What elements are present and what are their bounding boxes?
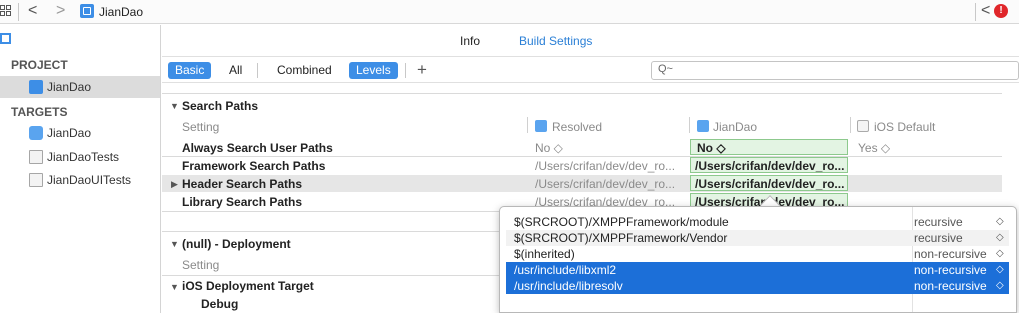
- column-divider: [527, 117, 528, 133]
- target-column-icon: [697, 120, 709, 132]
- disclosure-expanded-icon[interactable]: ▼: [170, 282, 179, 292]
- sidebar-item-target-app[interactable]: JianDao: [0, 122, 160, 144]
- target-value[interactable]: /Users/crifan/dev/dev_ro...: [695, 159, 844, 173]
- target-value[interactable]: /Users/crifan/dev/dev_ro...: [695, 177, 844, 191]
- divider: [405, 63, 406, 78]
- filter-combined-button[interactable]: Combined: [270, 62, 339, 79]
- search-path[interactable]: $(SRCROOT)/XMPPFramework/Vendor: [514, 230, 727, 246]
- sidebar-item-target-uitests[interactable]: JianDaoUITests: [0, 169, 160, 191]
- sidebar-item-label: JianDao: [47, 80, 92, 94]
- add-setting-icon[interactable]: +: [417, 60, 427, 80]
- divider: [257, 63, 258, 78]
- recursion-mode[interactable]: non-recursive: [914, 278, 987, 294]
- filter-all-button[interactable]: All: [222, 62, 249, 79]
- list-item-selected[interactable]: /usr/include/libresolv non-recursive ◇: [506, 278, 1009, 294]
- search-path[interactable]: $(SRCROOT)/XMPPFramework/module: [514, 214, 729, 230]
- sidebar-item-label: JianDaoUITests: [47, 173, 132, 187]
- disclosure-collapsed-icon[interactable]: ▶: [171, 179, 178, 190]
- stepper-icon[interactable]: ◇: [996, 262, 1004, 278]
- related-items-grid-icon[interactable]: [0, 5, 12, 17]
- targets-header: TARGETS: [11, 105, 68, 119]
- filter-basic-button[interactable]: Basic: [168, 62, 212, 79]
- section-title: Search Paths: [182, 99, 259, 113]
- divider: [18, 3, 19, 21]
- column-header-setting: Setting: [182, 258, 220, 272]
- default-value: Yes ◇: [858, 141, 891, 155]
- back-chevron-icon[interactable]: <: [28, 3, 37, 19]
- column-divider: [850, 117, 851, 133]
- target-value[interactable]: No ◇: [697, 141, 726, 155]
- list-item[interactable]: $(inherited) non-recursive ◇: [506, 246, 1009, 262]
- recursion-mode[interactable]: recursive: [914, 230, 963, 246]
- section-title: (null) - Deployment: [182, 237, 291, 251]
- column-header-setting: Setting: [182, 120, 220, 134]
- error-badge-icon[interactable]: !: [994, 4, 1008, 18]
- search-icon: Q~: [658, 63, 673, 75]
- setting-name: Library Search Paths: [182, 195, 303, 209]
- sidebar-item-label: JianDaoTests: [47, 150, 120, 164]
- settings-search-input[interactable]: Q~: [651, 61, 1019, 80]
- filter-levels-button[interactable]: Levels: [349, 62, 398, 79]
- column-header-resolved: Resolved: [552, 120, 603, 134]
- search-path[interactable]: /usr/include/libresolv: [514, 278, 623, 294]
- stepper-icon[interactable]: ◇: [996, 230, 1004, 246]
- setting-name: Framework Search Paths: [182, 159, 326, 173]
- project-file-icon: [80, 4, 94, 18]
- list-item[interactable]: $(SRCROOT)/XMPPFramework/Vendor recursiv…: [506, 230, 1009, 246]
- column-header-target: JianDao: [713, 120, 758, 134]
- setting-name: Always Search User Paths: [182, 141, 333, 155]
- sidebar-item-project[interactable]: JianDao: [0, 76, 160, 98]
- jump-bar: < > JianDao < !: [0, 0, 1019, 24]
- setting-name: iOS Deployment Target: [182, 279, 314, 293]
- search-path[interactable]: $(inherited): [514, 246, 575, 262]
- resolved-value: No ◇: [535, 141, 563, 155]
- column-header-ios-default: iOS Default: [874, 120, 936, 134]
- stepper-icon[interactable]: ◇: [996, 214, 1004, 230]
- app-target-icon: [29, 126, 43, 140]
- divider: [975, 3, 976, 21]
- divider: [162, 93, 1002, 94]
- forward-chevron-icon[interactable]: >: [56, 3, 65, 19]
- project-target-sidebar: PROJECT JianDao TARGETS JianDao JianDaoT…: [0, 25, 161, 313]
- disclosure-expanded-icon[interactable]: ▼: [170, 239, 179, 249]
- issue-back-chevron-icon[interactable]: <: [981, 3, 990, 19]
- setting-name: Header Search Paths: [182, 177, 303, 191]
- divider: [162, 156, 1002, 157]
- recursion-mode[interactable]: non-recursive: [914, 262, 987, 278]
- ios-default-column-icon: [857, 120, 869, 132]
- resolved-value: /Users/crifan/dev/dev_ro...: [535, 177, 676, 191]
- resolved-column-icon: [535, 120, 547, 132]
- stepper-icon[interactable]: ◇: [996, 246, 1004, 262]
- tab-info[interactable]: Info: [460, 34, 480, 48]
- recursion-mode[interactable]: recursive: [914, 214, 963, 230]
- sidebar-item-label: JianDao: [47, 126, 92, 140]
- column-divider: [689, 117, 690, 133]
- search-path[interactable]: /usr/include/libxml2: [514, 262, 616, 278]
- test-bundle-icon: [29, 173, 43, 187]
- list-item[interactable]: $(SRCROOT)/XMPPFramework/module recursiv…: [506, 214, 1009, 230]
- project-header: PROJECT: [11, 58, 68, 72]
- sidebar-toggle-icon[interactable]: [0, 33, 11, 44]
- resolved-value: /Users/crifan/dev/dev_ro...: [535, 159, 676, 173]
- build-settings-filter-bar: Basic All Combined Levels + Q~: [162, 56, 1019, 83]
- test-bundle-icon: [29, 150, 43, 164]
- list-item-selected[interactable]: /usr/include/libxml2 non-recursive ◇: [506, 262, 1009, 278]
- recursion-mode[interactable]: non-recursive: [914, 246, 987, 262]
- setting-name: Debug: [201, 297, 239, 311]
- sidebar-item-target-tests[interactable]: JianDaoTests: [0, 146, 160, 168]
- disclosure-expanded-icon[interactable]: ▼: [170, 101, 179, 111]
- breadcrumb-project[interactable]: JianDao: [99, 5, 143, 19]
- stepper-icon[interactable]: ◇: [996, 278, 1004, 294]
- tab-build-settings[interactable]: Build Settings: [519, 34, 592, 48]
- header-search-paths-popover: $(SRCROOT)/XMPPFramework/module recursiv…: [499, 206, 1017, 313]
- project-icon: [29, 80, 43, 94]
